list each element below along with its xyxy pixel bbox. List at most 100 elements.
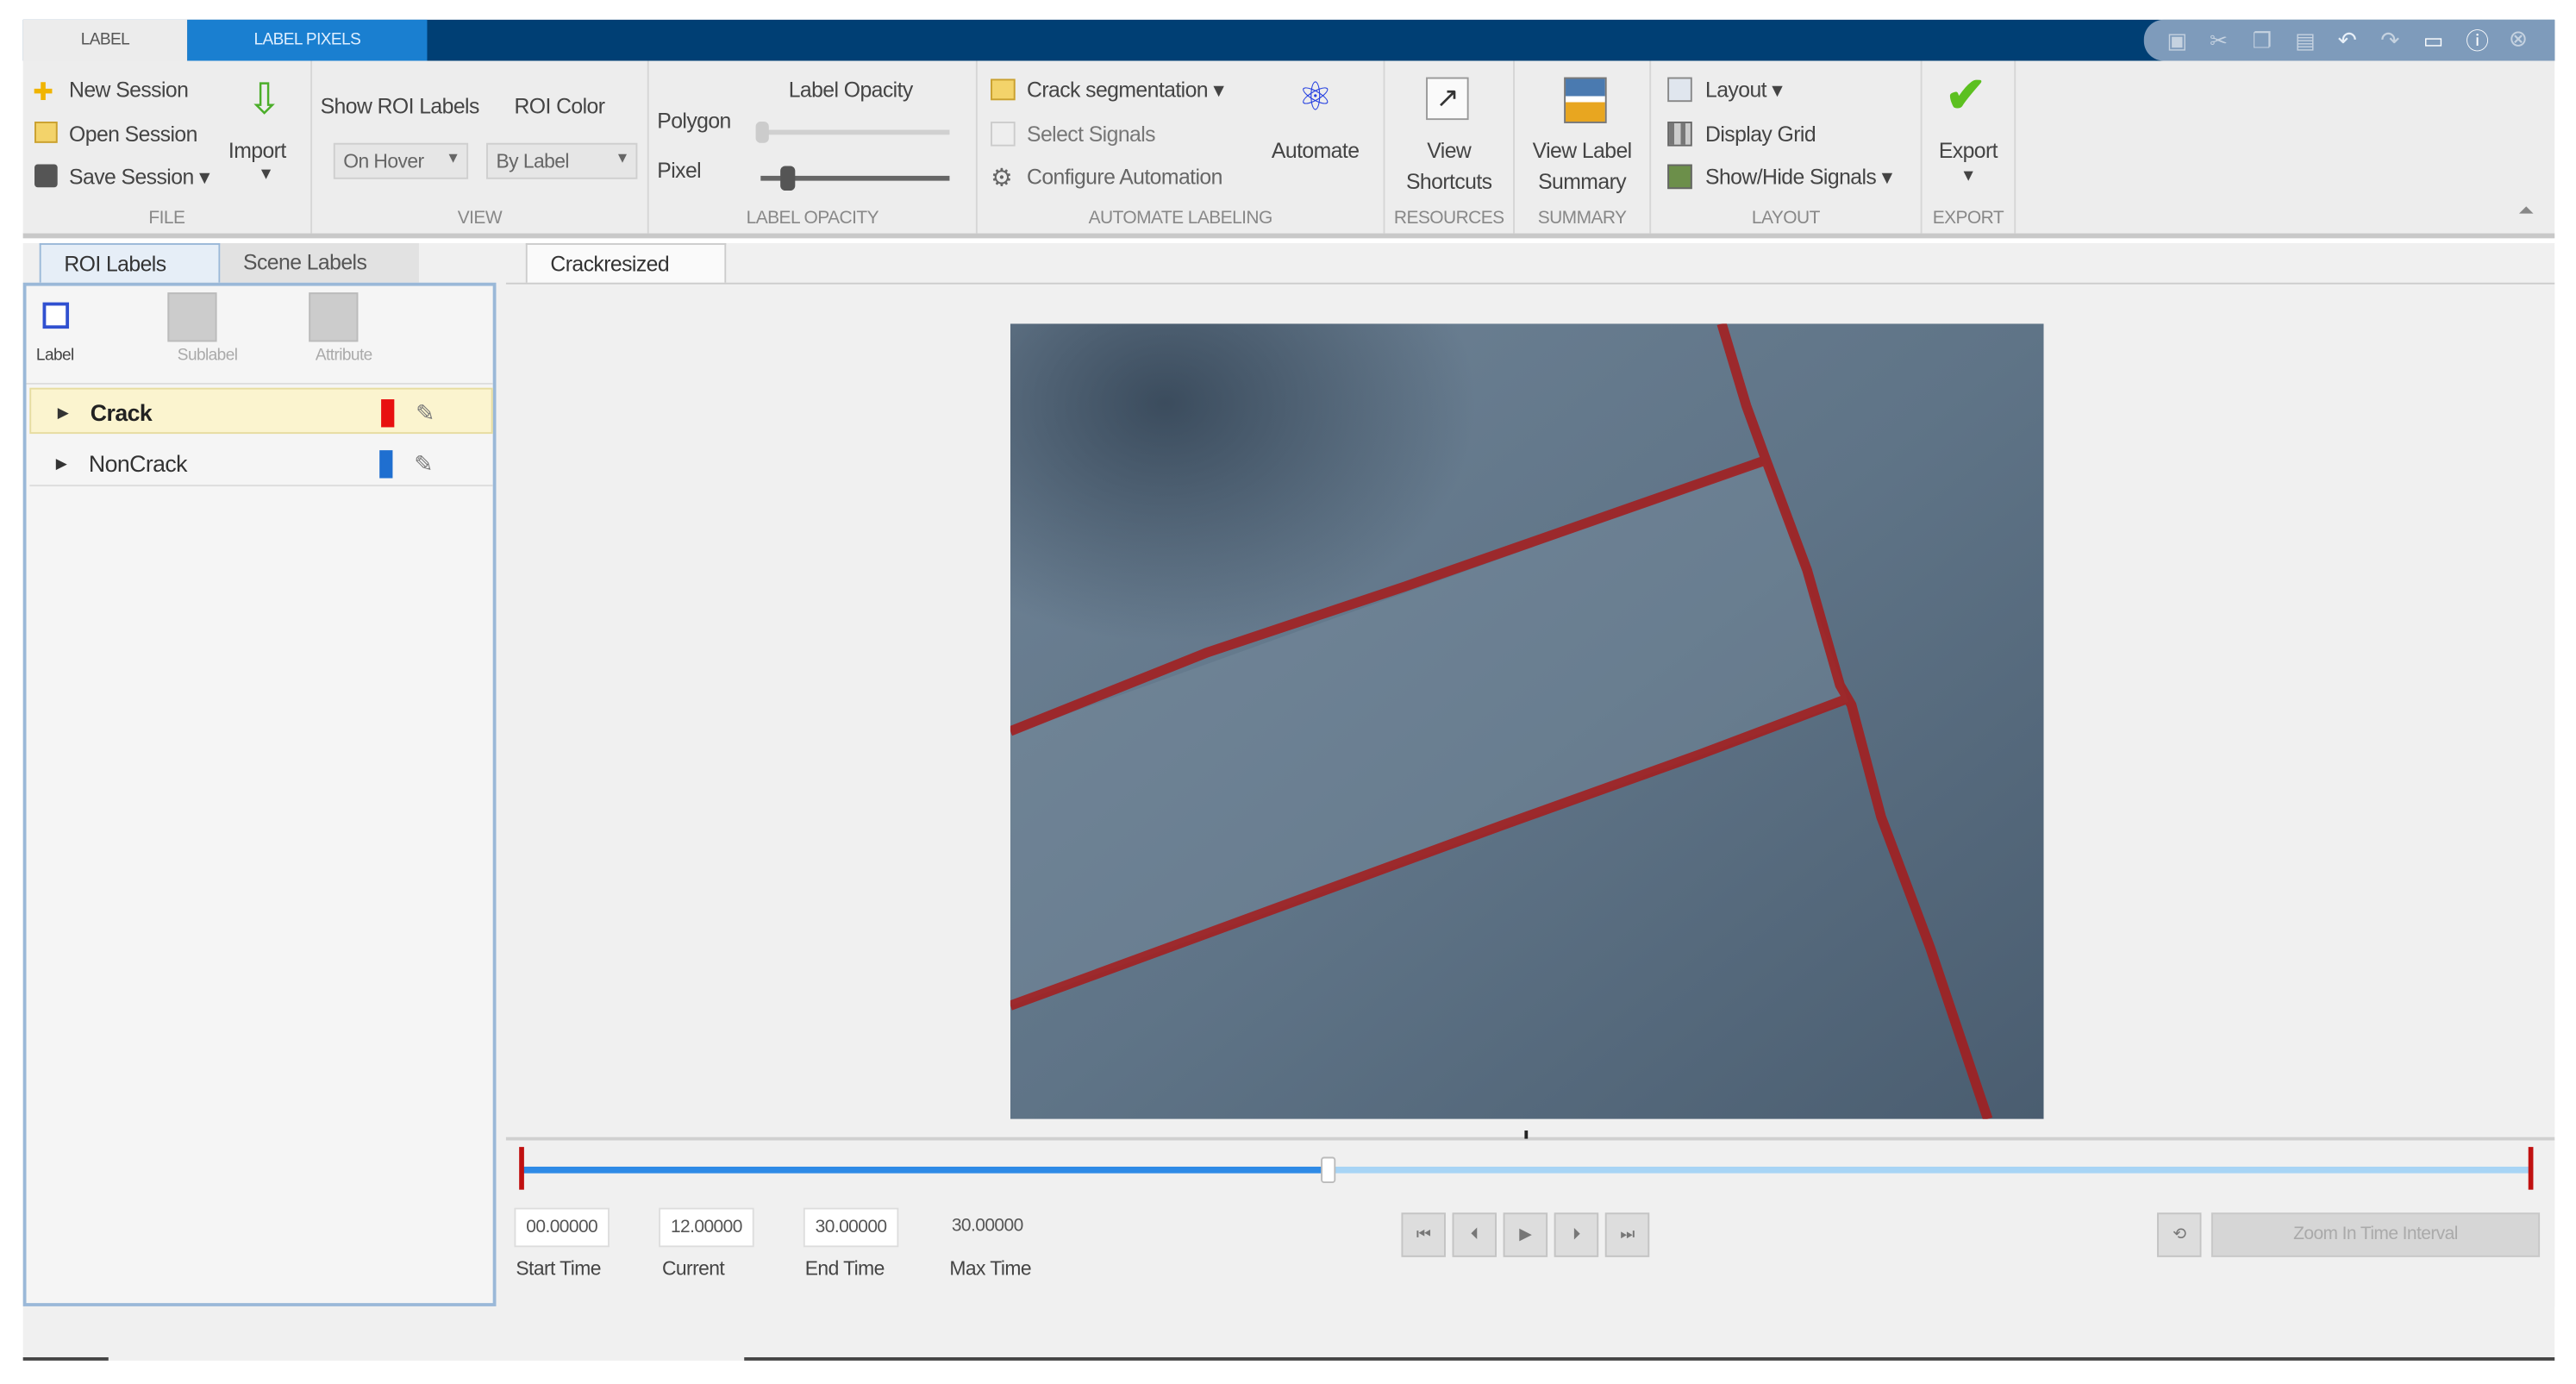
- label-summary-icon: [1564, 77, 1607, 123]
- view-shortcuts-line1[interactable]: View: [1385, 138, 1513, 163]
- resources-section-label: RESOURCES: [1393, 209, 1504, 229]
- last-frame-button[interactable]: ⏭: [1604, 1212, 1650, 1257]
- close-icon[interactable]: ⊗: [2509, 25, 2528, 53]
- start-time-flag[interactable]: [519, 1147, 524, 1190]
- view-label-summary-line2[interactable]: Summary: [1515, 169, 1649, 194]
- pixel-opacity-slider[interactable]: [760, 166, 950, 191]
- select-signals-button[interactable]: Select Signals: [1027, 122, 1156, 147]
- time-slider-track[interactable]: [522, 1156, 2534, 1184]
- attribute-button: Attribute: [315, 347, 372, 366]
- start-time-input[interactable]: 00.00000: [514, 1207, 610, 1248]
- label-color-swatch[interactable]: [381, 399, 395, 428]
- edit-pen-icon[interactable]: ✎: [414, 441, 433, 486]
- save-icon[interactable]: ▣: [2166, 28, 2186, 53]
- checkmark-icon: ✔: [1945, 69, 1986, 123]
- polygon-opacity-slider[interactable]: [755, 122, 950, 143]
- layout-dropdown[interactable]: Layout ▾: [1705, 77, 1783, 103]
- shortcut-arrow-icon: ↗: [1426, 77, 1469, 121]
- window-icon[interactable]: ▭: [2423, 28, 2443, 53]
- show-roi-labels-dropdown[interactable]: On Hover ▼: [333, 142, 469, 179]
- end-time-input[interactable]: 30.00000: [803, 1207, 899, 1248]
- export-button[interactable]: Export: [1923, 138, 2015, 163]
- label-toolbar: Label Sublabel Attribute: [26, 286, 493, 385]
- automate-icon: ⚛: [1297, 75, 1333, 121]
- automate-labeling-section-label: AUTOMATE LABELING: [1088, 209, 1273, 229]
- next-frame-button[interactable]: ⏵: [1554, 1212, 1599, 1257]
- label-opacity-section: Label Opacity Polygon Pixel LABEL OPACIT…: [649, 60, 978, 234]
- zoom-in-time-interval-button[interactable]: Zoom In Time Interval: [2210, 1212, 2541, 1257]
- label-color-swatch[interactable]: [379, 450, 393, 479]
- show-hide-signals-label: Show/Hide Signals: [1705, 164, 1877, 190]
- layout-icon: [1667, 77, 1692, 103]
- add-sublabel-icon: [167, 292, 217, 342]
- automate-button[interactable]: Automate: [1272, 138, 1360, 163]
- show-roi-labels-label: Show ROI Labels: [320, 93, 480, 119]
- roi-color-dropdown[interactable]: By Label ▼: [486, 142, 638, 179]
- save-session-icon: [34, 164, 58, 188]
- new-session-button[interactable]: New Session: [69, 78, 189, 103]
- end-time-label: End Time: [804, 1256, 885, 1281]
- view-label-summary-line1[interactable]: View Label: [1515, 138, 1649, 163]
- roi-labels-panel: Label Sublabel Attribute ▶ Crack ✎ ▶ Non…: [22, 282, 497, 1306]
- cut-icon[interactable]: ✂: [2210, 28, 2228, 53]
- time-slider-thumb[interactable]: [1320, 1156, 1335, 1184]
- algorithm-dropdown[interactable]: Crack segmentation ▾: [1027, 77, 1224, 103]
- crack-image[interactable]: [1010, 323, 2044, 1119]
- signals-icon: [1667, 164, 1692, 190]
- layout-label: Layout: [1705, 77, 1767, 103]
- add-label-icon[interactable]: [42, 302, 70, 329]
- import-dropdown-arrow[interactable]: ▼: [258, 166, 274, 184]
- play-button[interactable]: ▶: [1503, 1212, 1548, 1257]
- first-frame-button[interactable]: ⏮: [1401, 1212, 1446, 1257]
- horizontal-scrollbar[interactable]: [744, 1357, 2555, 1361]
- view-shortcuts-line2[interactable]: Shortcuts: [1385, 169, 1513, 194]
- scrollbar-segment[interactable]: [22, 1357, 109, 1361]
- current-time-input[interactable]: 12.00000: [659, 1207, 754, 1248]
- open-session-button[interactable]: Open Session: [69, 122, 197, 147]
- edit-pen-icon[interactable]: ✎: [416, 390, 435, 435]
- splitter-handle[interactable]: [1524, 1130, 1529, 1139]
- algorithm-label: Crack segmentation: [1027, 77, 1209, 103]
- redo-icon[interactable]: ↷: [2380, 26, 2399, 53]
- summary-section-label: SUMMARY: [1537, 209, 1627, 229]
- end-time-flag[interactable]: [2528, 1147, 2534, 1190]
- tab-crackresized[interactable]: Crackresized: [525, 243, 727, 283]
- help-icon[interactable]: ⓘ: [2466, 25, 2489, 58]
- tab-label-pixels[interactable]: LABEL PIXELS: [187, 19, 428, 61]
- previous-frame-button[interactable]: ⏴: [1452, 1212, 1497, 1257]
- resources-section: ↗ View Shortcuts RESOURCES: [1385, 60, 1515, 234]
- label-button[interactable]: Label: [36, 347, 74, 365]
- collapse-ribbon-icon[interactable]: ⏶: [2518, 199, 2534, 224]
- tab-roi-labels[interactable]: ROI Labels: [39, 243, 221, 283]
- export-section: ✔ Export ▼ EXPORT: [1923, 60, 2016, 234]
- label-row-noncrack[interactable]: ▶ NonCrack ✎: [29, 441, 493, 487]
- polygon-slider-thumb[interactable]: [755, 122, 769, 143]
- start-time-label: Start Time: [516, 1256, 601, 1281]
- configure-automation-button[interactable]: Configure Automation: [1027, 165, 1222, 190]
- import-icon: ⇩: [246, 73, 283, 123]
- tab-label[interactable]: LABEL: [22, 19, 188, 61]
- expand-icon[interactable]: ▶: [56, 441, 67, 486]
- label-name: NonCrack: [88, 450, 188, 477]
- file-section-label: FILE: [148, 209, 185, 229]
- add-attribute-icon: [309, 292, 359, 342]
- label-row-crack[interactable]: ▶ Crack ✎: [29, 387, 493, 435]
- expand-icon[interactable]: ▶: [58, 390, 69, 435]
- paste-icon[interactable]: ▤: [2295, 28, 2315, 53]
- tab-scene-labels[interactable]: Scene Labels: [220, 243, 419, 283]
- copy-icon[interactable]: ❐: [2253, 28, 2272, 53]
- undo-icon[interactable]: ↶: [2338, 26, 2357, 53]
- view-section-label: VIEW: [457, 209, 503, 229]
- roi-color-label: ROI Color: [514, 93, 605, 119]
- save-session-button[interactable]: Save Session ▾: [69, 165, 209, 191]
- automate-labeling-section: Crack segmentation ▾ Select Signals ⚙ Co…: [978, 60, 1385, 234]
- display-grid-button[interactable]: Display Grid: [1705, 122, 1816, 147]
- export-dropdown-arrow[interactable]: ▼: [1923, 167, 2015, 185]
- show-roi-labels-value: On Hover: [343, 149, 424, 173]
- pixel-slider-thumb[interactable]: [780, 166, 796, 191]
- show-hide-signals-dropdown[interactable]: Show/Hide Signals ▾: [1705, 164, 1892, 191]
- quick-access-toolbar: ▣ ✂ ❐ ▤ ↶ ↷ ▭ ⓘ ⊗: [2143, 19, 2555, 61]
- import-button[interactable]: Import: [228, 138, 286, 163]
- reset-zoom-button[interactable]: ⟲: [2157, 1212, 2202, 1257]
- gear-icon: ⚙: [991, 164, 1013, 192]
